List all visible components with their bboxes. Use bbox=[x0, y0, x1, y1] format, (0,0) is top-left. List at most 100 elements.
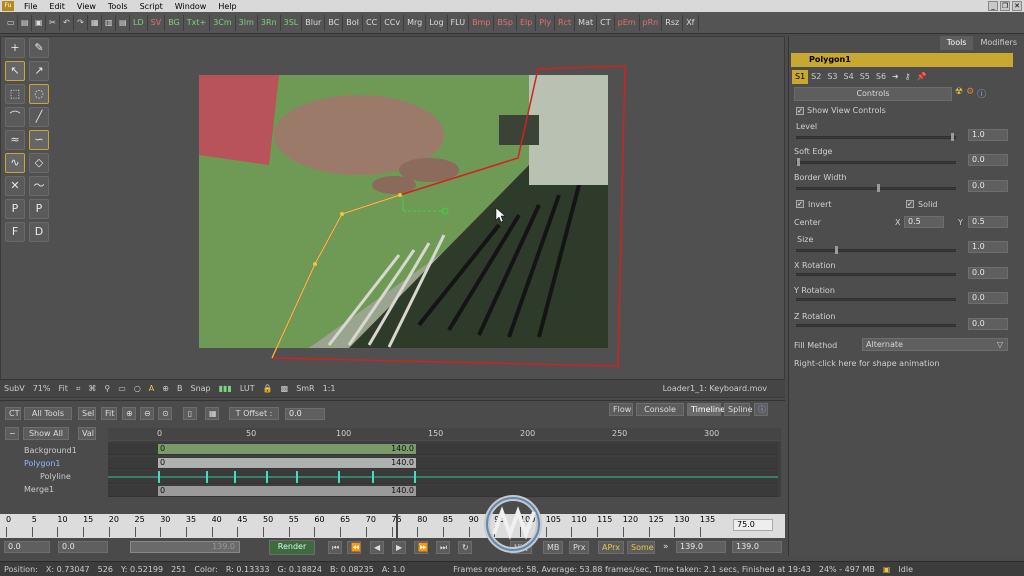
layout-1-icon[interactable]: ▦ bbox=[88, 14, 102, 31]
menu-window[interactable]: Window bbox=[169, 2, 213, 11]
track-name-polygon1[interactable]: Polygon1 bbox=[24, 459, 61, 468]
pin-icon[interactable]: 📌 bbox=[914, 70, 930, 84]
x-rotation-slider[interactable] bbox=[796, 273, 956, 276]
soft-edge-slider[interactable] bbox=[796, 158, 956, 166]
undo-icon[interactable]: ↶ bbox=[60, 14, 74, 31]
center-x-field[interactable]: 0.5 bbox=[904, 216, 944, 228]
toolbar-button-bmp[interactable]: Bmp bbox=[469, 14, 495, 31]
collapse-icon[interactable]: − bbox=[5, 427, 19, 440]
menu-file[interactable]: File bbox=[18, 2, 43, 11]
show-all-select[interactable]: Show All bbox=[23, 427, 69, 440]
prev-key-icon[interactable]: ⏪ bbox=[347, 541, 361, 554]
clip-background1[interactable]: 0 140.0 bbox=[158, 444, 416, 454]
toolbar-button-3sl[interactable]: 3SL bbox=[281, 14, 303, 31]
tool-header[interactable]: Polygon1 bbox=[791, 53, 1013, 67]
some-button[interactable]: Some bbox=[627, 541, 655, 554]
z-rotation-field[interactable]: 0.0 bbox=[968, 318, 1008, 330]
size-field[interactable]: 1.0 bbox=[968, 241, 1008, 253]
tab-console[interactable]: Console bbox=[636, 403, 684, 416]
menu-help[interactable]: Help bbox=[212, 2, 242, 11]
subtab-s2[interactable]: S2 bbox=[808, 70, 824, 84]
size-slider[interactable] bbox=[796, 246, 956, 254]
gear-icon[interactable]: ⚙ bbox=[966, 87, 974, 101]
tab-tools[interactable]: Tools bbox=[939, 36, 974, 50]
checker-icon[interactable]: ▩ bbox=[277, 384, 293, 393]
rect-icon[interactable]: ▭ bbox=[114, 384, 130, 393]
circle-icon[interactable]: ○ bbox=[130, 384, 145, 393]
timeline-ruler[interactable] bbox=[108, 428, 781, 440]
show-view-controls-checkbox[interactable]: ✓ bbox=[796, 107, 804, 115]
level-field[interactable]: 1.0 bbox=[968, 129, 1008, 141]
toolbar-button-mrg[interactable]: Mrg bbox=[404, 14, 427, 31]
zoom-out-icon[interactable]: ⊖ bbox=[140, 407, 154, 420]
zoom-fit-icon[interactable]: ⊙ bbox=[158, 407, 172, 420]
prx-button[interactable]: Prx bbox=[569, 541, 589, 554]
subtab-s6[interactable]: S6 bbox=[873, 70, 889, 84]
lut-button[interactable]: LUT bbox=[236, 384, 259, 393]
layout-3-icon[interactable]: ▤ bbox=[116, 14, 130, 31]
track-merge1[interactable]: 0 140.0 bbox=[108, 485, 778, 497]
track-name-merge1[interactable]: Merge1 bbox=[24, 485, 54, 494]
toolbar-button-elp[interactable]: Elp bbox=[517, 14, 537, 31]
render-button[interactable]: Render bbox=[269, 540, 315, 555]
lock-icon[interactable]: 🔒 bbox=[259, 384, 277, 393]
reverse-icon[interactable]: ◀ bbox=[370, 541, 384, 554]
new-icon[interactable]: ▭ bbox=[4, 14, 18, 31]
frame-ruler[interactable]: 0510152025303540455055606570758085909510… bbox=[0, 514, 785, 538]
timeline-info-icon[interactable]: ⓘ bbox=[754, 403, 768, 416]
subtab-s1[interactable]: S1 bbox=[792, 70, 809, 84]
fill-method-select[interactable]: Alternate ▽ bbox=[862, 338, 1008, 351]
key-icon[interactable]: ⚷ bbox=[902, 70, 914, 84]
fit-timeline-button[interactable]: Fit bbox=[101, 407, 117, 420]
invert-checkbox[interactable]: ✓ bbox=[796, 200, 804, 208]
global-start-field[interactable]: 0.0 bbox=[4, 541, 50, 553]
tab-spline[interactable]: Spline bbox=[724, 403, 753, 416]
toolbar-button-cc[interactable]: CC bbox=[363, 14, 382, 31]
save-icon[interactable]: ▣ bbox=[32, 14, 46, 31]
toolbar-button-3rn[interactable]: 3Rn bbox=[258, 14, 281, 31]
toolbar-button-prn[interactable]: pRn bbox=[640, 14, 663, 31]
menu-script[interactable]: Script bbox=[134, 2, 169, 11]
radiation-icon[interactable]: ☢ bbox=[955, 87, 963, 101]
track-name-polyline[interactable]: Polyline bbox=[40, 472, 71, 481]
toolbar-button-3im[interactable]: 3Im bbox=[236, 14, 258, 31]
restore-icon[interactable]: ❐ bbox=[1000, 1, 1010, 11]
toolbar-button-bc[interactable]: BC bbox=[325, 14, 344, 31]
tab-modifiers[interactable]: Modifiers bbox=[973, 36, 1024, 50]
grid-icon[interactable]: ▦ bbox=[205, 407, 219, 420]
toolbar-button-mat[interactable]: Mat bbox=[575, 14, 598, 31]
menu-edit[interactable]: Edit bbox=[43, 2, 71, 11]
toolbar-button-txt[interactable]: Txt+ bbox=[184, 14, 211, 31]
ab-icon[interactable]: ⊕ bbox=[158, 384, 173, 393]
info-icon[interactable]: ⓘ bbox=[977, 87, 986, 101]
current-frame-field[interactable]: 75.0 bbox=[733, 519, 773, 531]
snap-button[interactable]: Snap bbox=[186, 384, 214, 393]
tab-flow[interactable]: Flow bbox=[609, 403, 633, 416]
x-rotation-field[interactable]: 0.0 bbox=[968, 267, 1008, 279]
toolbar-button-bsp[interactable]: BSp bbox=[494, 14, 517, 31]
toolbar-button-ld[interactable]: LD bbox=[130, 14, 148, 31]
toolbar-button-rsz[interactable]: Rsz bbox=[662, 14, 684, 31]
loop-icon[interactable]: ↻ bbox=[458, 541, 472, 554]
tab-timeline[interactable]: Timeline bbox=[687, 403, 725, 416]
subview-button[interactable]: SubV bbox=[0, 384, 29, 393]
guides-icon[interactable]: ⌘ bbox=[84, 384, 100, 393]
soft-edge-field[interactable]: 0.0 bbox=[968, 154, 1008, 166]
border-width-field[interactable]: 0.0 bbox=[968, 180, 1008, 192]
global-end-field[interactable]: 139.0 bbox=[732, 541, 782, 553]
aprx-button[interactable]: APrx bbox=[598, 541, 624, 554]
subtab-s4[interactable]: S4 bbox=[841, 70, 857, 84]
clip-polygon1[interactable]: 0 140.0 bbox=[158, 458, 416, 468]
toolbar-button-ply[interactable]: Ply bbox=[536, 14, 556, 31]
b-buffer-button[interactable]: B bbox=[173, 384, 187, 393]
toolbar-button-pem[interactable]: pEm bbox=[615, 14, 640, 31]
val-button[interactable]: Val bbox=[78, 427, 96, 440]
toolbar-button-log[interactable]: Log bbox=[426, 14, 448, 31]
close-icon[interactable]: ✕ bbox=[1012, 1, 1022, 11]
track-background1[interactable]: 0 140.0 bbox=[108, 443, 778, 455]
y-rotation-field[interactable]: 0.0 bbox=[968, 292, 1008, 304]
layout-2-icon[interactable]: ▥ bbox=[102, 14, 116, 31]
split-icon[interactable]: ▯ bbox=[183, 407, 197, 420]
subtab-s3[interactable]: S3 bbox=[824, 70, 840, 84]
toolbar-button-blur[interactable]: Blur bbox=[302, 14, 326, 31]
